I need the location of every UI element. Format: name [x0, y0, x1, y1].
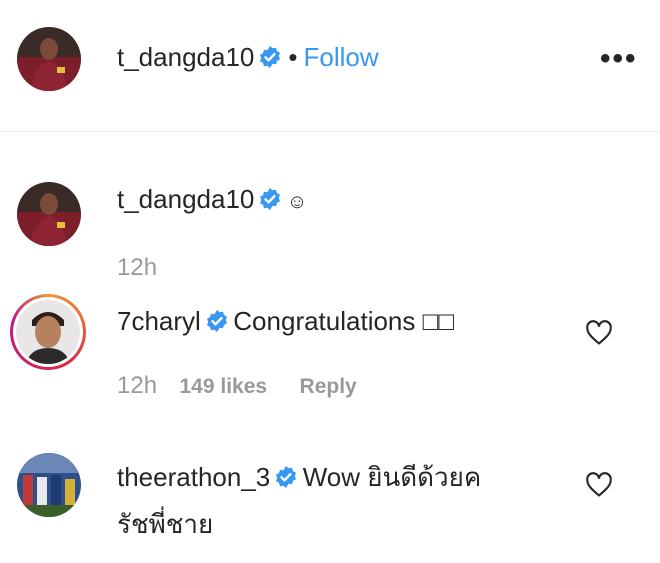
separator-dot: • [288, 42, 298, 72]
comment-body: theerathon_3 Wow ยินดีด้วยค รัชพี่ชาย [117, 457, 547, 545]
comment-time: 12h [117, 254, 158, 281]
likes-count[interactable]: 149 likes [180, 375, 268, 398]
follow-button[interactable]: Follow [303, 42, 378, 72]
author-username[interactable]: t_dangda10 [117, 42, 254, 72]
heart-icon[interactable] [585, 320, 613, 346]
comment-text: ☺ [286, 191, 308, 213]
reply-button[interactable]: Reply [300, 375, 357, 398]
comment-username[interactable]: t_dangda10 [117, 184, 254, 214]
post-author: t_dangda10 • Follow [117, 42, 379, 73]
comment-username[interactable]: 7charyl [117, 306, 201, 336]
verified-badge-icon [274, 465, 298, 489]
verified-badge-icon [205, 309, 229, 333]
divider [0, 131, 660, 132]
comment-body: 7charyl Congratulations □□ [117, 306, 454, 337]
comment-avatar[interactable] [17, 453, 81, 517]
more-options-icon[interactable]: ••• [600, 42, 638, 76]
avatar[interactable] [17, 27, 81, 91]
comment-time: 12h [117, 372, 158, 399]
story-ring[interactable] [10, 294, 86, 370]
comment-meta: 12h 149 likes Reply [117, 372, 357, 400]
verified-badge-icon [258, 187, 282, 211]
comment-text: Congratulations □□ [233, 306, 455, 336]
comment-avatar[interactable] [17, 182, 81, 246]
comment-text-line1: Wow ยินดีด้วยค [302, 462, 482, 492]
comment-body: t_dangda10 ☺ [117, 184, 307, 215]
comment-text-line2: รัชพี่ชาย [117, 509, 214, 539]
verified-badge-icon [258, 45, 282, 69]
heart-icon[interactable] [585, 472, 613, 498]
comment-username[interactable]: theerathon_3 [117, 462, 270, 492]
comment-avatar[interactable] [16, 300, 80, 364]
